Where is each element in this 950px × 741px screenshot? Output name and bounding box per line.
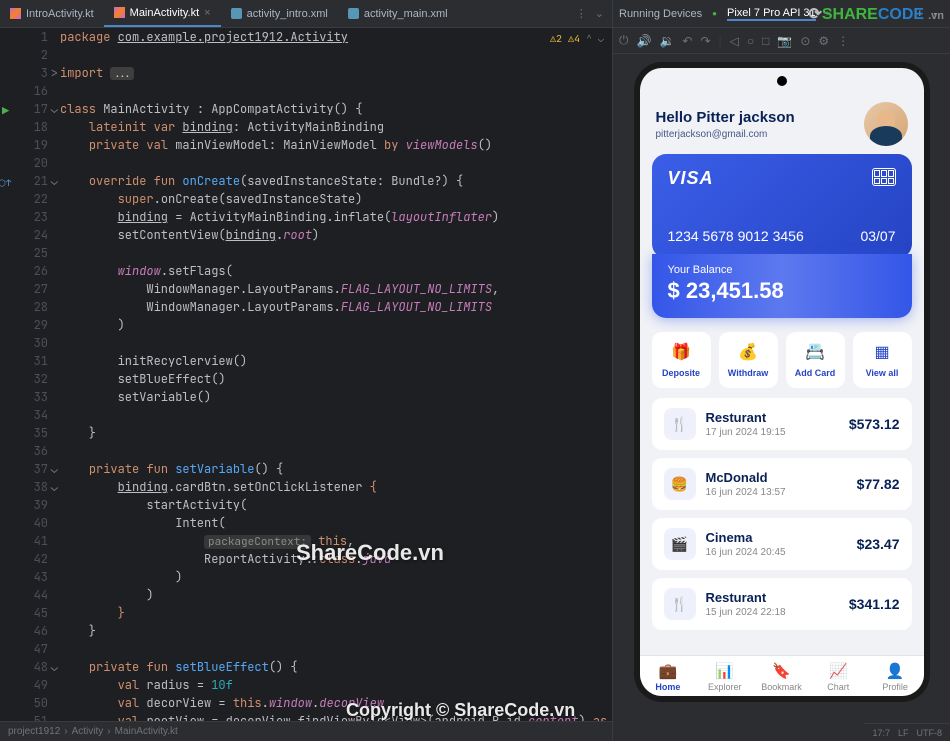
deposite-icon: 🎁 (671, 342, 691, 362)
profile-icon: 👤 (886, 662, 905, 680)
more-icon[interactable]: ⋮ (837, 34, 849, 48)
action-view-all[interactable]: ▦View all (853, 332, 912, 388)
card-chip-icon (872, 168, 896, 186)
credit-card[interactable]: VISA 1234 5678 9012 3456 03/07 (652, 154, 912, 258)
tx-icon: 🍴 (664, 588, 696, 620)
nav-home[interactable]: 💼Home (640, 662, 697, 692)
balance-value: $ 23,451.58 (668, 278, 896, 304)
transaction-row[interactable]: 🍴Resturant17 jun 2024 19:15$573.12 (652, 398, 912, 450)
tab-activity-main-xml[interactable]: activity_main.xml (338, 0, 458, 27)
device-status-icon: ● (712, 9, 717, 18)
card-number: 1234 5678 9012 3456 (668, 228, 804, 244)
rotate-right-icon[interactable]: ↷ (700, 34, 710, 48)
screenshot-icon[interactable]: 📷 (777, 34, 792, 48)
action-withdraw[interactable]: 💰Withdraw (719, 332, 778, 388)
nav-explorer[interactable]: 📊Explorer (696, 662, 753, 692)
sharecode-logo: ⟳SHARECODE.vn (808, 4, 944, 24)
kotlin-icon (10, 8, 21, 19)
avatar[interactable] (864, 102, 908, 146)
nav-chart[interactable]: 📈Chart (810, 662, 867, 692)
tab-activity-intro-xml[interactable]: activity_intro.xml (221, 0, 338, 27)
action-add-card[interactable]: 📇Add Card (786, 332, 845, 388)
xml-icon (348, 8, 359, 19)
back-icon[interactable]: ◁ (730, 34, 739, 48)
chevron-down-icon[interactable]: ⌄ (595, 7, 604, 20)
emulator-viewport: Hello Pitter jackson pitterjackson@gmail… (613, 54, 950, 741)
card-brand: VISA (668, 168, 714, 189)
rotate-left-icon[interactable]: ↶ (682, 34, 692, 48)
bookmark-icon: 🔖 (772, 662, 791, 680)
transaction-row[interactable]: 🍴Resturant15 jun 2024 22:18$341.12 (652, 578, 912, 630)
action-deposite[interactable]: 🎁Deposite (652, 332, 711, 388)
device-frame: Hello Pitter jackson pitterjackson@gmail… (634, 62, 930, 702)
explorer-icon: 📊 (715, 662, 734, 680)
balance-panel: Your Balance $ 23,451.58 (652, 254, 912, 318)
greeting-text: Hello Pitter jackson (656, 109, 864, 126)
tab-main-activity[interactable]: MainActivity.kt× (104, 0, 221, 27)
transaction-row[interactable]: 🍔McDonald16 jun 2024 13:57$77.82 (652, 458, 912, 510)
balance-label: Your Balance (668, 264, 896, 276)
kotlin-icon (114, 7, 125, 18)
nav-bookmark[interactable]: 🔖Bookmark (753, 662, 810, 692)
editor-tabs: IntroActivity.kt MainActivity.kt× activi… (0, 0, 612, 28)
tx-icon: 🎬 (664, 528, 696, 560)
tab-pixel-device[interactable]: Pixel 7 Pro API 31 (727, 7, 816, 21)
tab-intro-activity[interactable]: IntroActivity.kt (0, 0, 104, 27)
withdraw-icon: 💰 (738, 342, 758, 362)
view all-icon: ▦ (874, 342, 889, 362)
record-icon[interactable]: ⊙ (800, 34, 810, 48)
camera-notch (777, 76, 787, 86)
tab-running-devices[interactable]: Running Devices (619, 8, 702, 20)
home-icon: 💼 (659, 662, 678, 680)
emulator-toolbar: ⏻ 🔊 🔉 ↶ ↷ | ◁ ○ □ 📷 ⊙ ⚙ ⋮ (613, 28, 950, 54)
card-expiry: 03/07 (860, 228, 895, 244)
volume-up-icon[interactable]: 🔊 (637, 34, 652, 48)
overview-icon[interactable]: □ (762, 34, 769, 48)
add card-icon: 📇 (805, 342, 825, 362)
settings-icon[interactable]: ⚙ (818, 34, 829, 48)
breadcrumb[interactable]: project1912 › Activity › MainActivity.kt (0, 721, 612, 741)
status-bar: 17:7LFUTF-8 (864, 723, 950, 741)
user-email: pitterjackson@gmail.com (656, 129, 864, 140)
home-icon[interactable]: ○ (747, 34, 754, 48)
code-editor[interactable]: 12>316▶⌄17181920⬡↑⌄212223242526272829303… (0, 28, 612, 721)
chart-icon: 📈 (829, 662, 848, 680)
volume-down-icon[interactable]: 🔉 (659, 34, 674, 48)
xml-icon (231, 8, 242, 19)
device-screen[interactable]: Hello Pitter jackson pitterjackson@gmail… (640, 68, 924, 696)
more-tabs-icon[interactable]: ⋮ (576, 7, 587, 20)
tx-icon: 🍔 (664, 468, 696, 500)
nav-profile[interactable]: 👤Profile (867, 662, 924, 692)
close-icon[interactable]: × (204, 7, 210, 19)
power-icon[interactable]: ⏻ (619, 33, 629, 48)
transaction-row[interactable]: 🎬Cinema16 jun 2024 20:45$23.47 (652, 518, 912, 570)
tx-icon: 🍴 (664, 408, 696, 440)
